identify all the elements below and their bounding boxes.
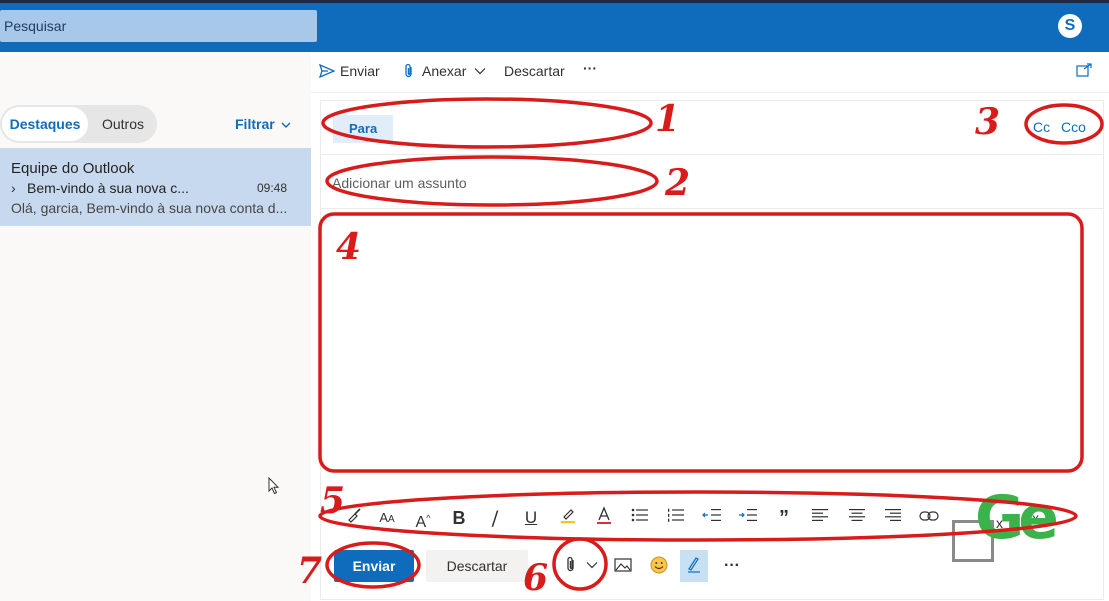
annotation-number-2: 2: [664, 162, 690, 204]
annotation-layer: 1 2 3 4 5 6 7: [297, 97, 1104, 599]
annotation-number-1: 1: [655, 98, 680, 140]
annotation-ellipse-format: [318, 490, 1078, 542]
annotation-number-3: 3: [975, 101, 1000, 143]
annotation-ellipse-subject: [325, 155, 659, 207]
annotation-rect-body: [318, 212, 1084, 473]
annotation-number-5: 5: [320, 480, 345, 522]
annotation-ellipse-send: [325, 541, 421, 589]
annotation-ellipse-to: [321, 97, 653, 149]
annotation-number-4: 4: [336, 226, 361, 268]
annotation-number-6: 6: [523, 557, 548, 599]
annotation-ellipse-attach: [552, 537, 608, 591]
annotation-ellipse-cc: [1024, 103, 1104, 145]
annotation-number-7: 7: [297, 550, 322, 592]
